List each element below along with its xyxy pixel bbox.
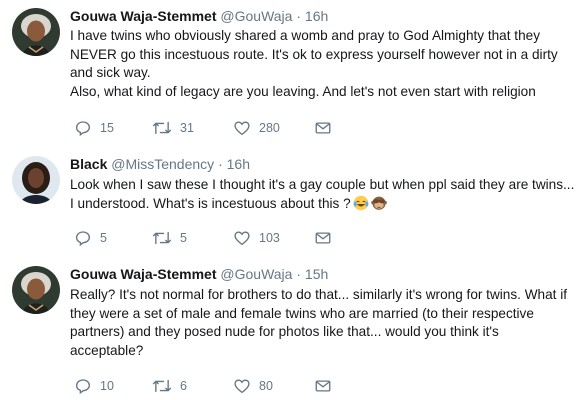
- retweet-button[interactable]: 6: [152, 376, 187, 396]
- tweet-paragraph: I have twins who obviously shared a womb…: [70, 28, 558, 80]
- retweet-icon: [152, 121, 172, 135]
- heart-icon: [234, 379, 250, 394]
- author-name[interactable]: Black: [70, 156, 107, 172]
- tweet[interactable]: Gouwa Waja-Stemmet @GouWaja · 15h Really…: [0, 256, 585, 400]
- retweet-button[interactable]: 31: [152, 118, 194, 138]
- direct-message-button[interactable]: [314, 228, 332, 248]
- envelope-icon: [315, 122, 331, 134]
- reply-button[interactable]: 10: [74, 376, 114, 396]
- avatar-photo-icon: [12, 8, 60, 56]
- like-count: 80: [259, 379, 273, 393]
- tweet-header: Black @MissTendency · 16h: [70, 154, 250, 174]
- tweet-timestamp[interactable]: 15h: [305, 266, 328, 282]
- author-handle[interactable]: @GouWaja: [220, 8, 292, 24]
- tweet-paragraph: Look when I saw these I thought it's a g…: [70, 176, 575, 213]
- separator-dot: ·: [296, 8, 302, 24]
- heart-icon: [234, 231, 250, 246]
- tweet[interactable]: Black @MissTendency · 16h Look when I sa…: [0, 146, 585, 256]
- author-name[interactable]: Gouwa Waja-Stemmet: [70, 8, 217, 24]
- retweet-count: 31: [180, 121, 194, 135]
- separator-dot: ·: [218, 156, 223, 172]
- reply-icon: [75, 379, 91, 395]
- tweet-actions: 15 31 280: [70, 118, 470, 138]
- like-button[interactable]: 103: [233, 228, 280, 248]
- reply-button[interactable]: 15: [74, 118, 114, 138]
- reply-count: 15: [100, 121, 114, 135]
- envelope-icon: [315, 232, 331, 244]
- tweet-header: Gouwa Waja-Stemmet @GouWaja · 15h: [70, 264, 328, 284]
- like-count: 280: [259, 121, 280, 135]
- heart-icon: [234, 121, 250, 136]
- tweet-text: I have twins who obviously shared a womb…: [70, 27, 575, 101]
- direct-message-button[interactable]: [314, 376, 332, 396]
- author-handle[interactable]: @MissTendency: [111, 156, 214, 172]
- author-handle[interactable]: @GouWaja: [220, 266, 292, 282]
- tweet[interactable]: Gouwa Waja-Stemmet @GouWaja · 16h I have…: [0, 0, 585, 146]
- retweet-button[interactable]: 5: [152, 228, 187, 248]
- reply-button[interactable]: 5: [74, 228, 107, 248]
- tweet-paragraph: Also, what kind of legacy are you leavin…: [70, 83, 536, 99]
- direct-message-button[interactable]: [314, 118, 332, 138]
- tweet-timestamp[interactable]: 16h: [227, 156, 250, 172]
- reply-count: 5: [100, 231, 107, 245]
- tweet-text: Look when I saw these I thought it's a g…: [70, 176, 575, 213]
- tweet-feed: Gouwa Waja-Stemmet @GouWaja · 16h I have…: [0, 0, 585, 400]
- tweet-header: Gouwa Waja-Stemmet @GouWaja · 16h: [70, 6, 328, 26]
- avatar[interactable]: [12, 8, 60, 56]
- retweet-count: 6: [180, 379, 187, 393]
- face-with-tears-of-joy-icon: [353, 195, 369, 210]
- reply-icon: [75, 121, 91, 137]
- tweet-text: Really? It's not normal for brothers to …: [70, 286, 575, 360]
- retweet-icon: [152, 379, 172, 393]
- see-no-evil-monkey-icon: [370, 196, 387, 210]
- like-count: 103: [259, 231, 280, 245]
- like-button[interactable]: 80: [233, 376, 273, 396]
- avatar[interactable]: [12, 266, 60, 314]
- tweet-paragraph: Really? It's not normal for brothers to …: [70, 287, 568, 358]
- tweet-timestamp[interactable]: 16h: [305, 8, 328, 24]
- avatar-photo-icon: [12, 156, 60, 204]
- retweet-count: 5: [180, 231, 187, 245]
- like-button[interactable]: 280: [233, 118, 280, 138]
- avatar[interactable]: [12, 156, 60, 204]
- retweet-icon: [152, 231, 172, 245]
- reply-icon: [75, 231, 91, 247]
- envelope-icon: [315, 380, 331, 392]
- separator-dot: ·: [296, 266, 302, 282]
- tweet-paragraph-text: Look when I saw these I thought it's a g…: [70, 177, 575, 211]
- tweet-actions: 10 6 80: [70, 376, 470, 396]
- avatar-photo-icon: [12, 266, 60, 314]
- tweet-actions: 5 5 103: [70, 228, 470, 248]
- author-name[interactable]: Gouwa Waja-Stemmet: [70, 266, 217, 282]
- reply-count: 10: [100, 379, 114, 393]
